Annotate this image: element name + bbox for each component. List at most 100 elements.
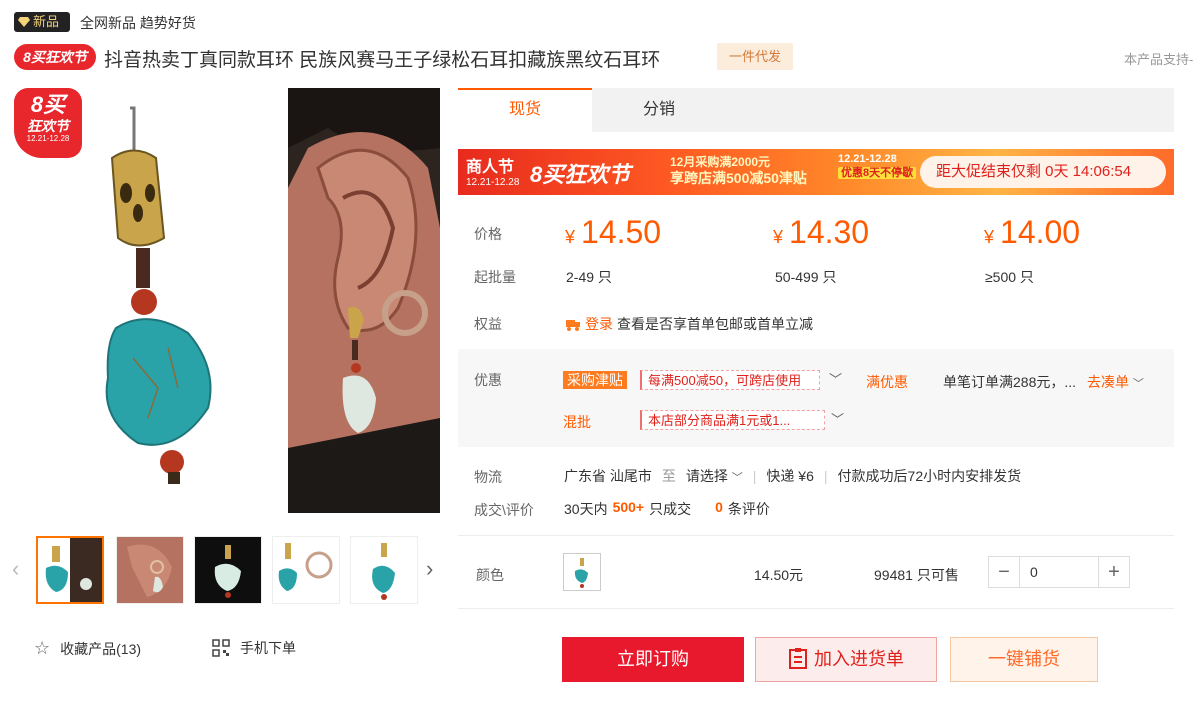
thumbnail-dark: [195, 537, 261, 603]
go-collect-label: 去凑单: [1087, 374, 1129, 390]
rights-row: 登录 查看是否享首单包邮或首单立减: [565, 314, 813, 334]
mixed-coupon[interactable]: 本店部分商品满1元或1...: [640, 410, 825, 430]
color-option-image: [574, 558, 588, 588]
plus-button[interactable]: +: [1099, 557, 1129, 587]
thumbnail[interactable]: [116, 536, 184, 604]
banner-date-info: 12.21-12.28 优惠8天不停歇: [838, 152, 917, 180]
qrcode-icon: [212, 639, 230, 657]
chevron-down-icon[interactable]: ﹀: [829, 369, 842, 388]
tagline: 全网新品 趋势好货: [80, 15, 196, 31]
review-count[interactable]: 0: [715, 499, 723, 519]
thumbnail-earring: [45, 538, 102, 602]
chevron-right-icon[interactable]: ›: [426, 556, 433, 582]
destination-select[interactable]: 请选择 ﹀: [686, 466, 743, 486]
thumbnail[interactable]: [194, 536, 262, 604]
tier-1-qty: 2-49 只: [566, 269, 612, 285]
variant-price: 14.50元: [754, 567, 804, 583]
divider: [458, 608, 1174, 609]
min-qty-label: 起批量: [474, 269, 516, 285]
thumbnail[interactable]: [272, 536, 340, 604]
buy-now-button[interactable]: 立即订购: [562, 637, 744, 682]
currency-symbol: ¥: [565, 227, 576, 247]
price-tier-3: ¥14.00: [984, 214, 1080, 251]
deal-prefix: 30天内: [564, 501, 608, 517]
price-tier-1: ¥14.50: [565, 214, 661, 251]
chevron-down-icon: ﹀: [731, 472, 743, 484]
one-click-distribute-button[interactable]: 一键铺货: [950, 637, 1098, 682]
subsidy-tag: 采购津贴: [563, 370, 627, 390]
clipboard-icon: [789, 648, 807, 669]
chevron-left-icon[interactable]: ‹: [12, 556, 19, 582]
diamond-icon: [18, 17, 30, 27]
promotion-label: 优惠: [474, 372, 502, 388]
tab-bar: 现货 分销: [458, 88, 1174, 132]
mobile-order-button[interactable]: 手机下单: [212, 638, 296, 658]
festival-badge-date: 12.21-12.28: [26, 134, 70, 143]
price-value: 14.50: [581, 214, 662, 250]
truck-icon: [566, 320, 580, 331]
price-tier-2: ¥14.30: [773, 214, 869, 251]
thumbnail-pair: [273, 537, 339, 603]
banner-offer-line2: 享跨店满500减50津贴: [670, 170, 807, 186]
new-badge-label: 新品: [33, 14, 60, 29]
thumbnail-single: [351, 537, 417, 603]
festival-badge-sub: 狂欢节: [27, 118, 69, 134]
deal-count: 500+: [612, 499, 645, 515]
banner-tag: 优惠8天不停歇: [838, 167, 917, 179]
destination-text: 请选择: [685, 468, 728, 484]
to-label: 至: [661, 468, 676, 484]
product-title: 抖音热卖丁真同款耳环 民族风赛马王子绿松石耳扣藏族黑纹石耳环: [104, 50, 661, 71]
minus-button[interactable]: −: [989, 557, 1019, 587]
dropship-tag[interactable]: 一件代发: [717, 43, 793, 70]
divider: [458, 535, 1174, 536]
full-discount-text: 单笔订单满288元，...: [943, 374, 1077, 390]
quantity-stepper: − 0 +: [988, 556, 1130, 588]
color-label: 颜色: [476, 567, 504, 583]
price-label: 价格: [474, 226, 502, 242]
rights-text: 查看是否享首单包邮或首单立减: [617, 316, 813, 332]
go-collect-link[interactable]: 去凑单 ﹀: [1087, 372, 1144, 392]
express-fee: 快递 ¥6: [766, 468, 814, 484]
add-to-cart-button[interactable]: 加入进货单: [755, 637, 937, 682]
banner-offer-line1: 12月采购满2000元: [670, 155, 771, 169]
chevron-down-icon[interactable]: ﹀: [831, 409, 844, 428]
origin: 广东省 汕尾市: [564, 468, 652, 484]
deal-row: 30天内 500+ 只成交 0 条评价: [564, 499, 770, 519]
tab-spot[interactable]: 现货: [458, 88, 592, 132]
favorite-label: 收藏产品(13): [60, 640, 142, 657]
new-badge: 新品: [14, 12, 70, 32]
add-to-cart-label: 加入进货单: [814, 649, 904, 669]
banner-festival: 8买狂欢节: [530, 162, 631, 187]
favorite-button[interactable]: ☆ 收藏产品(13): [34, 638, 141, 659]
review-suffix[interactable]: 条评价: [728, 499, 770, 519]
festival-badge: 8买 狂欢节 12.21-12.28: [14, 88, 82, 158]
rights-label: 权益: [474, 316, 502, 332]
festival-banner[interactable]: 商人节 12.21-12.28 8买狂欢节 12月采购满2000元 享跨店满50…: [458, 149, 1174, 195]
thumbnail-ear: [117, 537, 183, 603]
banner-merchant-title: 商人节: [466, 159, 515, 176]
variant-stock: 99481 只可售: [874, 567, 959, 583]
thumbnail[interactable]: [36, 536, 104, 604]
price-value: 14.00: [1000, 214, 1081, 250]
currency-symbol: ¥: [984, 227, 995, 247]
color-option[interactable]: [563, 553, 601, 591]
subsidy-tag-text: 采购津贴: [563, 371, 627, 389]
quantity-input[interactable]: 0: [1019, 557, 1099, 587]
banner-date-range: 12.21-12.28: [838, 153, 897, 165]
countdown: 距大促结束仅剩 0天 14:06:54: [920, 156, 1166, 188]
tab-distribution[interactable]: 分销: [592, 88, 726, 132]
festival-pill: 8买狂欢节: [14, 44, 96, 70]
model-wearing-image[interactable]: [288, 88, 440, 513]
subsidy-coupon[interactable]: 每满500减50，可跨店使用: [640, 370, 820, 390]
banner-merchant-date: 12.21-12.28: [466, 177, 520, 188]
logistics-row: 广东省 汕尾市 至 请选择 ﹀ | 快递 ¥6 | 付款成功后72小时内安排发货: [564, 466, 1022, 486]
tier-2-qty: 50-499 只: [775, 269, 837, 285]
tier-3-qty: ≥500 只: [985, 269, 1034, 285]
login-link[interactable]: 登录: [585, 314, 613, 334]
currency-symbol: ¥: [773, 227, 784, 247]
promotion-section: [458, 349, 1174, 447]
ship-note: 付款成功后72小时内安排发货: [837, 468, 1022, 484]
thumbnail[interactable]: [350, 536, 418, 604]
deal-suffix: 只成交: [649, 501, 692, 517]
full-discount-label: 满优惠: [866, 374, 908, 390]
